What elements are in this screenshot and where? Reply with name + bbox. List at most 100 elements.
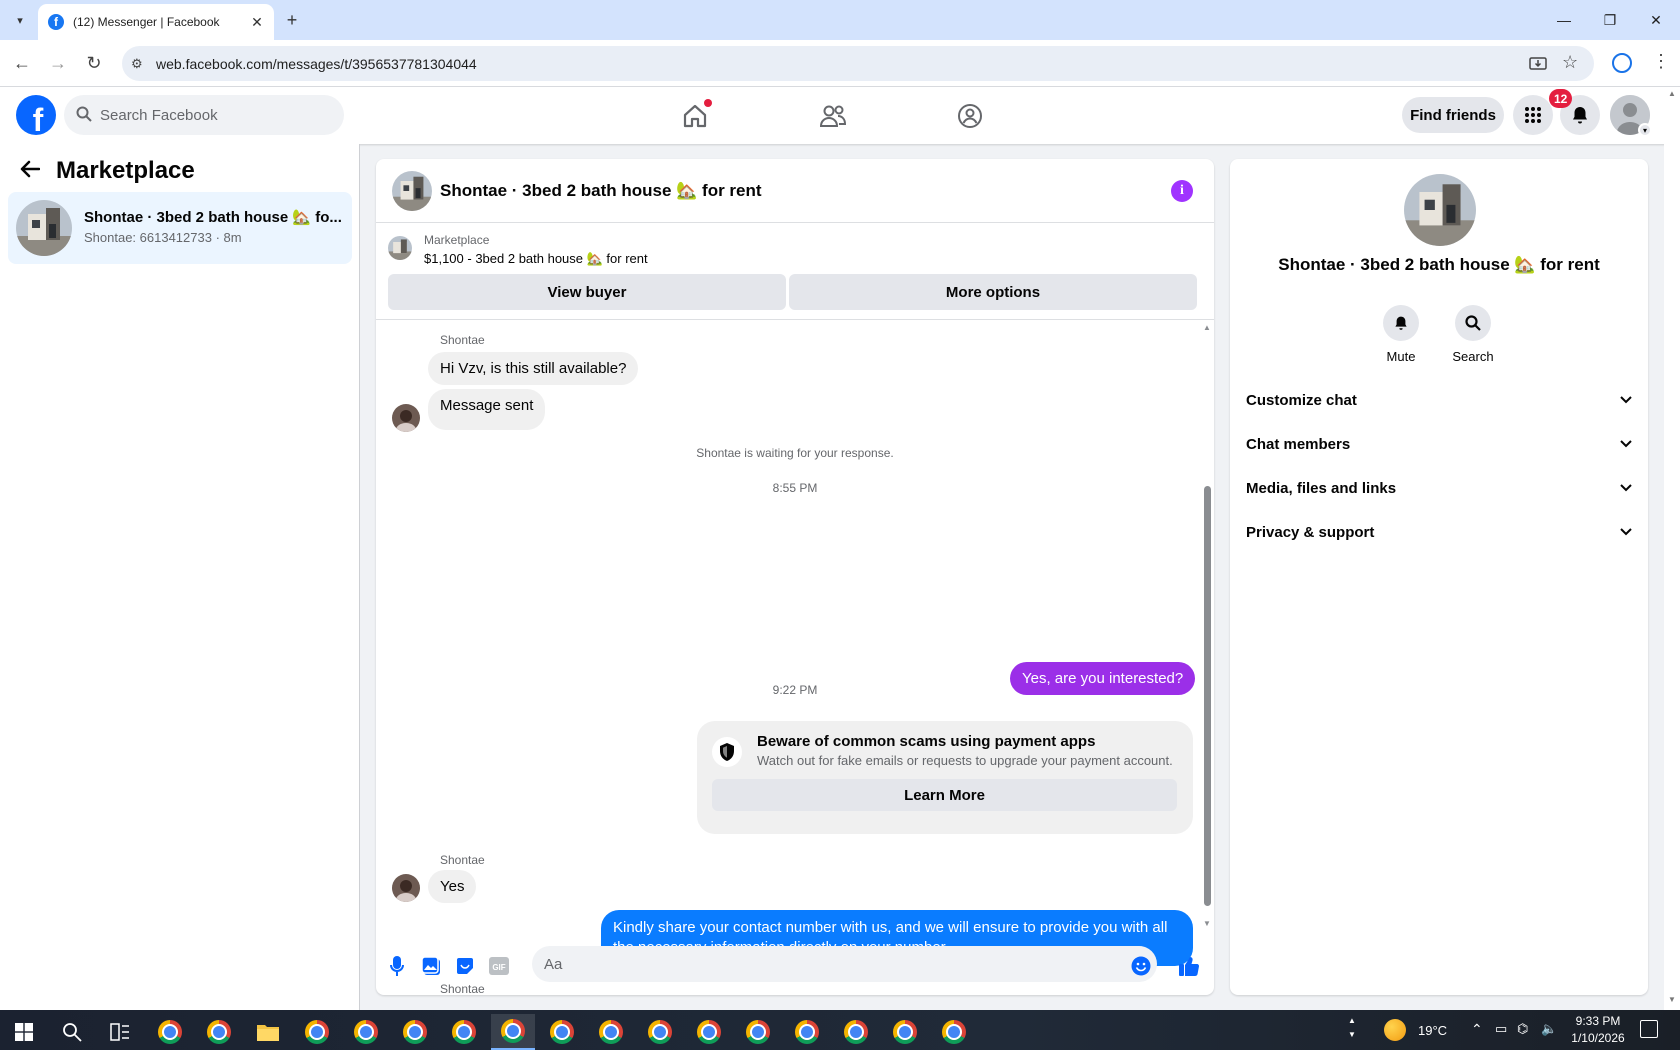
chrome-taskbar-icon[interactable] <box>540 1014 584 1050</box>
marketplace-listing-bar: Marketplace $1,100 - 3bed 2 bath house 🏡… <box>376 224 1214 320</box>
chrome-taskbar-icon[interactable] <box>197 1014 241 1050</box>
profile-icon[interactable] <box>1612 53 1632 73</box>
photo-icon[interactable] <box>420 955 442 977</box>
incoming-message[interactable]: Message sent <box>428 389 546 430</box>
network-icon[interactable]: ⌬ <box>1517 1021 1528 1037</box>
home-unread-dot <box>704 98 712 107</box>
windows-start-icon[interactable] <box>2 1014 46 1050</box>
groups-nav-button[interactable] <box>915 87 1025 144</box>
chrome-taskbar-icon[interactable] <box>932 1014 976 1050</box>
volume-icon[interactable]: 🔈 <box>1541 1021 1557 1037</box>
customize-chat-section[interactable]: Customize chat <box>1246 380 1632 420</box>
privacy-support-section[interactable]: Privacy & support <box>1246 512 1632 552</box>
listing-category: Marketplace <box>424 233 490 247</box>
search-label: Search <box>1452 349 1494 364</box>
weather-moon-icon[interactable] <box>1384 1019 1406 1041</box>
friends-nav-button[interactable] <box>778 87 888 144</box>
learn-more-button[interactable]: Learn More <box>712 779 1177 811</box>
task-view-icon[interactable] <box>98 1014 142 1050</box>
install-app-icon[interactable] <box>1528 54 1548 74</box>
facebook-logo-icon[interactable]: f <box>16 95 56 135</box>
bookmark-star-icon[interactable]: ☆ <box>1562 52 1578 73</box>
back-arrow-icon[interactable] <box>20 160 40 178</box>
chrome-taskbar-icon[interactable] <box>785 1014 829 1050</box>
message-scrollbar[interactable]: ▲ ▼ <box>1200 321 1214 931</box>
friends-icon <box>819 103 847 129</box>
home-nav-button[interactable] <box>640 87 750 144</box>
search-facebook-input[interactable]: Search Facebook <box>64 95 344 135</box>
chrome-taskbar-icon[interactable] <box>883 1014 927 1050</box>
thumbs-up-icon[interactable] <box>1178 955 1200 977</box>
info-icon[interactable]: i <box>1171 180 1193 202</box>
temperature-text: 19°C <box>1418 1023 1448 1038</box>
tray-device-icon[interactable]: ▭ <box>1495 1021 1507 1037</box>
chrome-taskbar-icon[interactable] <box>736 1014 780 1050</box>
chat-title[interactable]: Shontae · 3bed 2 bath house 🏡 for rent <box>440 181 762 201</box>
minimize-icon[interactable]: — <box>1541 0 1587 40</box>
chat-panel: Shontae · 3bed 2 bath house 🏡 for rent i… <box>376 159 1214 995</box>
scroll-up-icon[interactable]: ▲ <box>1203 323 1211 332</box>
chat-listing-thumbnail[interactable] <box>392 171 432 211</box>
reload-icon[interactable]: ↻ <box>79 48 109 78</box>
search-placeholder: Search Facebook <box>100 106 218 124</box>
page-scrollbar[interactable]: ▲ ▼ <box>1664 87 1680 1010</box>
back-icon[interactable]: ← <box>7 48 37 78</box>
microphone-icon[interactable] <box>386 955 408 977</box>
close-tab-icon[interactable]: ✕ <box>248 14 266 31</box>
chrome-taskbar-icon[interactable] <box>393 1014 437 1050</box>
new-tab-icon[interactable]: + <box>280 8 304 32</box>
forward-icon[interactable]: → <box>43 48 73 78</box>
taskbar-scroll-arrows-icon[interactable]: ▲ ▼ <box>1348 1014 1356 1042</box>
incoming-message[interactable]: Hi Vzv, is this still available? <box>428 352 639 385</box>
incoming-message[interactable]: Yes <box>428 870 477 903</box>
browser-tab[interactable]: f (12) Messenger | Facebook ✕ <box>38 4 274 40</box>
emoji-icon[interactable] <box>1130 955 1152 977</box>
menu-grid-button[interactable] <box>1513 95 1553 135</box>
scam-warning-title: Beware of common scams using payment app… <box>757 733 1096 750</box>
tab-search-icon[interactable]: ▾ <box>8 8 32 32</box>
contact-avatar[interactable] <box>392 874 420 902</box>
page-scroll-up-icon[interactable]: ▲ <box>1668 89 1676 98</box>
message-input[interactable] <box>532 946 1157 982</box>
chrome-taskbar-icon[interactable] <box>589 1014 633 1050</box>
timestamp: 8:55 PM <box>772 481 818 495</box>
mute-button[interactable]: Mute <box>1371 305 1431 364</box>
url-bar[interactable]: ⚙ web.facebook.com/messages/t/3956537781… <box>122 46 1594 81</box>
scrollbar-thumb[interactable] <box>1204 486 1211 906</box>
notification-center-icon[interactable] <box>1640 1020 1658 1038</box>
site-info-icon[interactable]: ⚙ <box>131 56 143 72</box>
taskbar-search-icon[interactable] <box>50 1014 94 1050</box>
notification-count-badge: 12 <box>1549 89 1573 108</box>
chat-members-section[interactable]: Chat members <box>1246 424 1632 464</box>
section-label: Chat members <box>1246 435 1351 453</box>
view-buyer-button[interactable]: View buyer <box>388 274 786 310</box>
chrome-taskbar-icon[interactable] <box>295 1014 339 1050</box>
conversation-list-item[interactable]: Shontae · 3bed 2 bath house 🏡 fo... Shon… <box>8 192 352 264</box>
menu-kebab-icon[interactable]: ⋮ <box>1652 51 1670 72</box>
chrome-taskbar-icon[interactable] <box>344 1014 388 1050</box>
page-scroll-down-icon[interactable]: ▼ <box>1668 995 1676 1004</box>
chrome-taskbar-icon[interactable] <box>148 1014 192 1050</box>
chrome-taskbar-icon-active[interactable] <box>491 1014 535 1050</box>
message-thread: Shontae Hi Vzv, is this still available?… <box>376 321 1214 995</box>
search-in-chat-button[interactable]: Search <box>1443 305 1503 364</box>
find-friends-button[interactable]: Find friends <box>1402 97 1504 133</box>
account-chevron-icon[interactable]: ▾ <box>1638 123 1652 137</box>
close-window-icon[interactable]: ✕ <box>1633 0 1679 40</box>
more-options-button[interactable]: More options <box>789 274 1197 310</box>
clock-time[interactable]: 9:33 PM <box>1568 1014 1628 1028</box>
gif-icon[interactable]: GIF <box>488 955 510 977</box>
sticker-icon[interactable] <box>454 955 476 977</box>
chrome-taskbar-icon[interactable] <box>834 1014 878 1050</box>
file-explorer-icon[interactable] <box>246 1014 290 1050</box>
tray-expand-icon[interactable]: ⌃ <box>1471 1021 1483 1038</box>
media-files-links-section[interactable]: Media, files and links <box>1246 468 1632 508</box>
clock-date[interactable]: 1/10/2026 <box>1568 1031 1628 1045</box>
contact-avatar[interactable] <box>392 404 420 432</box>
chrome-taskbar-icon[interactable] <box>442 1014 486 1050</box>
chrome-taskbar-icon[interactable] <box>638 1014 682 1050</box>
browser-tab-bar: ▾ f (12) Messenger | Facebook ✕ + — ❐ ✕ <box>0 0 1680 40</box>
scroll-down-icon[interactable]: ▼ <box>1203 919 1211 928</box>
chrome-taskbar-icon[interactable] <box>687 1014 731 1050</box>
restore-icon[interactable]: ❐ <box>1587 0 1633 40</box>
